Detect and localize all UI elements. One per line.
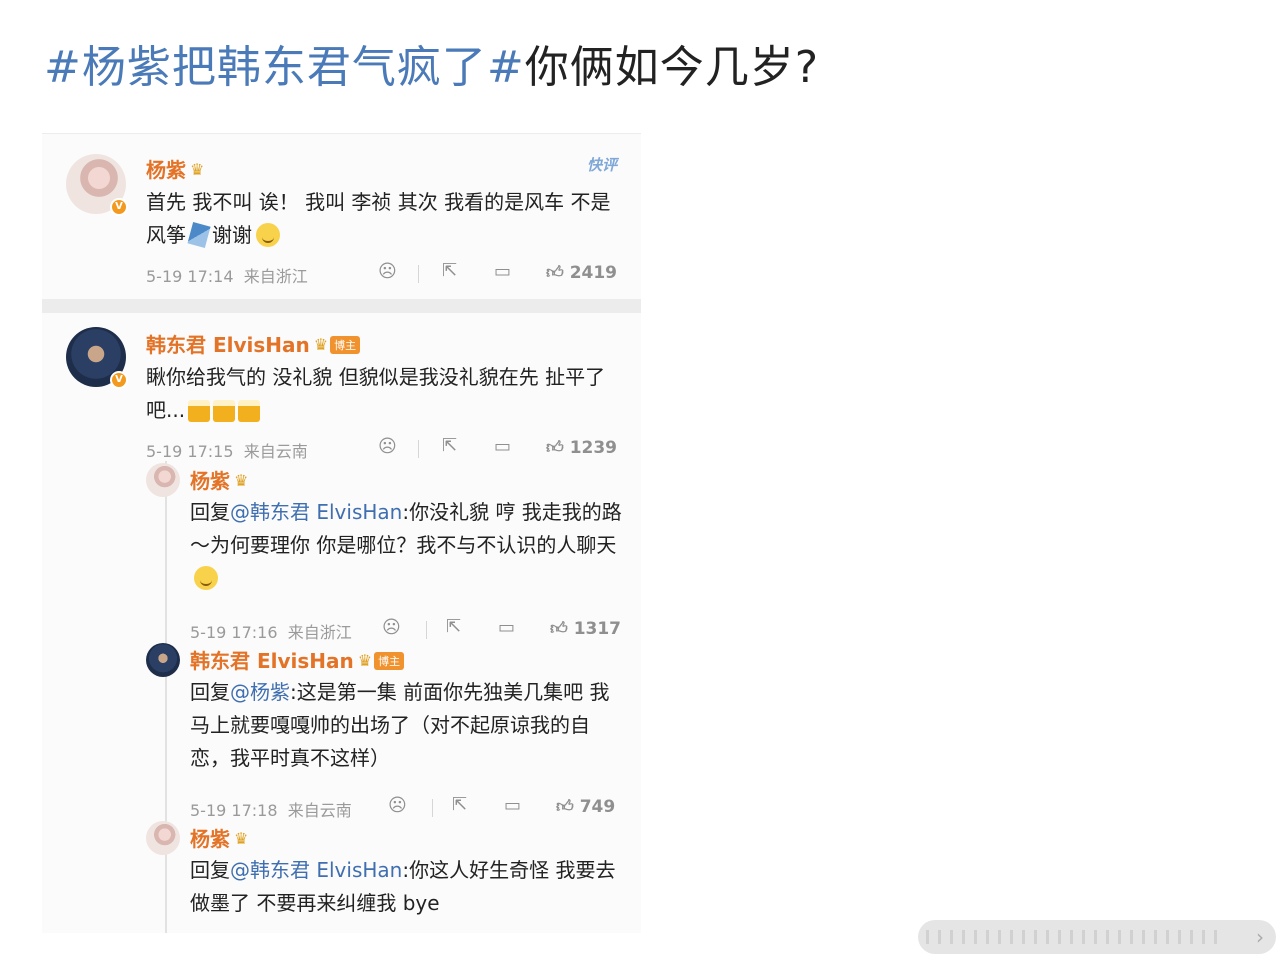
share-icon[interactable]: ⇱ [442, 435, 457, 456]
like-icon: 👍︎ [546, 438, 564, 458]
crown-icon: ♛ [234, 471, 249, 490]
reply-meta: 5-19 17:18 来自云南 [190, 797, 352, 821]
smile-emoji [256, 223, 280, 247]
like-count: 1239 [569, 438, 618, 458]
user-mention[interactable]: @韩东君 ElvisHan [230, 500, 402, 524]
user-mention[interactable]: @韩东君 ElvisHan [230, 858, 402, 882]
reply-text: 回复@韩东君 ElvisHan:你没礼貌 哼 我走我的路～为何要理你 你是哪位？… [190, 496, 622, 595]
like-icon: 👍︎ [550, 619, 568, 639]
reply-username[interactable]: 韩东君 ElvisHan ♛ 博主 [190, 645, 405, 674]
dislike-icon[interactable]: ☹ [378, 436, 397, 457]
comment-meta: 5-19 17:15 来自云南 [146, 438, 308, 462]
reply-thread-line [165, 461, 167, 933]
title-text: 你俩如今几岁? [524, 42, 820, 93]
dislike-icon[interactable]: ☹ [388, 795, 407, 816]
timestamp: 5-19 17:18 [190, 801, 278, 820]
embedded-screenshot: V 杨紫 ♛ 快评 首先 我不叫 诶！ 我叫 李祯 其次 我看的是风车 不是风筝谢… [42, 133, 641, 933]
comment-text: 瞅你给我气的 没礼貌 但貌似是我没礼貌在先 扯平了吧... [146, 365, 606, 422]
avatar[interactable] [146, 643, 180, 677]
dislike-icon[interactable]: ☹ [382, 617, 401, 638]
verified-icon: V [110, 198, 128, 216]
comment-text: 首先 我不叫 诶！ 我叫 李祯 其次 我看的是风车 不是风筝 谢谢 [146, 190, 611, 248]
comment-icon[interactable]: ▭ [494, 436, 511, 457]
location: 来自浙江 [287, 623, 352, 642]
comment-meta: 5-19 17:14 来自浙江 [146, 263, 308, 287]
user-mention[interactable]: @杨紫 [230, 680, 290, 704]
reply-text: 回复@杨紫:这是第一集 前面你先独美几集吧 我马上就要嘎嘎帅的出场了（对不起原谅… [190, 680, 610, 770]
dislike-icon[interactable]: ☹ [378, 261, 397, 282]
timestamp: 5-19 17:16 [190, 623, 278, 642]
author-badge: 博主 [330, 336, 361, 354]
comment-card: V 杨紫 ♛ 快评 首先 我不叫 诶！ 我叫 李祯 其次 我看的是风车 不是风筝谢… [42, 133, 641, 299]
verified-icon: V [110, 371, 128, 389]
comment-username[interactable]: 杨紫 ♛ [146, 154, 204, 183]
quick-comment-label: 快评 [586, 156, 617, 174]
crown-icon: ♛ [190, 160, 205, 179]
timestamp: 5-19 17:14 [146, 267, 234, 286]
comment-icon[interactable]: ▭ [498, 617, 515, 638]
divider [42, 299, 641, 313]
crown-icon: ♛ [234, 829, 249, 848]
reply-username[interactable]: 杨紫 ♛ [190, 465, 248, 494]
reply-text: 回复@韩东君 ElvisHan:你这人好生奇怪 我要去做墨了 不要再来纠缠我 b… [190, 858, 616, 915]
scroll-track [926, 930, 1226, 944]
share-icon[interactable]: ⇱ [452, 794, 467, 815]
location: 来自云南 [287, 801, 352, 820]
author-badge: 博主 [374, 652, 405, 670]
timestamp: 5-19 17:15 [146, 442, 234, 461]
avatar[interactable]: V [66, 327, 128, 389]
beer-emoji [238, 400, 261, 422]
image-strip-scrollbar[interactable]: › [918, 920, 1276, 954]
crown-icon: ♛ [313, 335, 329, 354]
topic-hashtag[interactable]: #杨紫把韩东君气疯了# [44, 42, 525, 93]
reply-username[interactable]: 杨紫 ♛ [190, 823, 248, 852]
comment-icon[interactable]: ▭ [504, 795, 521, 816]
post-title: #杨紫把韩东君气疯了#你俩如今几岁? [44, 38, 819, 98]
like-icon: 👍︎ [556, 797, 574, 817]
like-icon: 👍︎ [546, 263, 564, 283]
smile-emoji [194, 566, 218, 590]
avatar[interactable]: V [66, 154, 128, 216]
comment-username[interactable]: 韩东君 ElvisHan ♛ 博主 [146, 329, 361, 358]
like-count: 749 [579, 797, 616, 817]
comment-card: V 韩东君 ElvisHan ♛ 博主 瞅你给我气的 没礼貌 但貌似是我没礼貌在先 … [42, 313, 641, 933]
kite-emoji [187, 222, 211, 248]
avatar[interactable] [146, 821, 180, 855]
comment-icon[interactable]: ▭ [494, 261, 511, 282]
share-icon[interactable]: ⇱ [446, 616, 461, 637]
reply-meta: 5-19 17:16 来自浙江 [190, 619, 352, 643]
like-button[interactable]: 👍︎ 1239 [546, 437, 617, 458]
like-count: 1317 [573, 619, 622, 639]
like-button[interactable]: 👍︎ 1317 [550, 618, 621, 639]
like-count: 2419 [569, 263, 618, 283]
like-button[interactable]: 👍︎ 749 [556, 796, 615, 817]
share-icon[interactable]: ⇱ [442, 260, 457, 281]
chevron-right-icon[interactable]: › [1256, 925, 1264, 949]
crown-icon: ♛ [357, 651, 373, 670]
avatar[interactable] [146, 463, 180, 497]
beer-emoji [213, 400, 236, 422]
like-button[interactable]: 👍︎ 2419 [546, 262, 617, 283]
beer-emoji [188, 400, 211, 422]
location: 来自云南 [243, 442, 308, 461]
location: 来自浙江 [243, 267, 308, 286]
